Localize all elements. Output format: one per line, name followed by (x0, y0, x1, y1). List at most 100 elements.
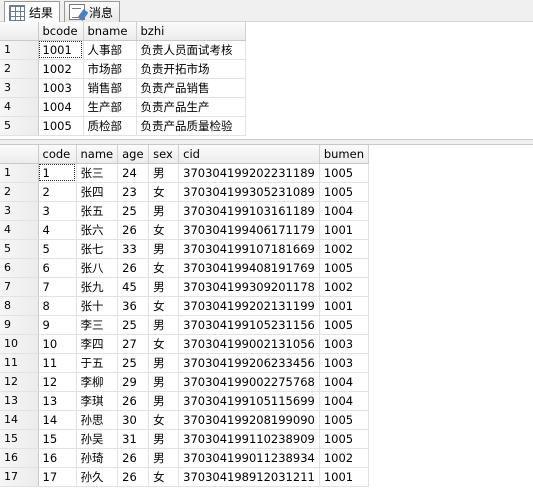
table-row[interactable]: 7 7 张九 45 男 370304199309201178 1002 (0, 277, 369, 297)
table-cell[interactable]: 1001 (319, 220, 369, 240)
table-cell[interactable]: 1001 (319, 296, 369, 316)
table-cell[interactable]: 1004 (319, 391, 369, 411)
table-row[interactable]: 3 3 张五 25 男 370304199103161189 1004 (0, 201, 369, 221)
table-cell[interactable]: 1002 (319, 239, 369, 259)
table-row[interactable]: 6 6 张八 26 女 370304199408191769 1005 (0, 258, 369, 278)
table-cell[interactable]: 8 (38, 296, 77, 316)
row-number[interactable]: 4 (0, 220, 39, 240)
table-row[interactable]: 8 8 张十 36 女 370304199202131199 1001 (0, 296, 369, 316)
table-cell[interactable]: 26 (117, 220, 150, 240)
table-cell[interactable]: 10 (38, 334, 77, 354)
table-cell[interactable]: 1005 (319, 429, 369, 449)
table-cell[interactable]: 17 (38, 467, 77, 487)
table-cell[interactable]: 1004 (319, 201, 369, 221)
table-cell[interactable]: 45 (117, 277, 150, 297)
column-header[interactable]: bzhi (136, 22, 246, 41)
table-cell[interactable]: 1001 (319, 467, 369, 487)
table-row[interactable]: 2 1002 市场部 负责开拓市场 (0, 59, 246, 79)
row-number[interactable]: 5 (0, 239, 39, 259)
table-cell[interactable]: 14 (38, 410, 77, 430)
row-number[interactable]: 8 (0, 296, 39, 316)
table-row[interactable]: 2 2 张四 23 女 370304199305231089 1005 (0, 182, 369, 202)
row-number[interactable]: 11 (0, 353, 39, 373)
table-cell[interactable]: 男 (148, 163, 180, 183)
table-row[interactable]: 16 16 孙琦 26 男 370304199011238934 1002 (0, 448, 369, 468)
table-cell[interactable]: 孙久 (76, 467, 119, 487)
table-cell[interactable]: 370304199406171179 (178, 220, 320, 240)
table-cell[interactable]: 张九 (76, 277, 119, 297)
table-cell[interactable]: 生产部 (83, 97, 137, 117)
table-cell[interactable]: 1 (38, 163, 77, 183)
column-header[interactable]: code (38, 145, 77, 164)
column-header[interactable]: cid (178, 145, 320, 164)
table-cell[interactable]: 1002 (319, 448, 369, 468)
table-cell[interactable]: 张六 (76, 220, 119, 240)
row-number[interactable]: 3 (0, 201, 39, 221)
table-cell[interactable]: 370304199107181669 (178, 239, 320, 259)
table-cell[interactable]: 3 (38, 201, 77, 221)
table-cell[interactable]: 1002 (319, 277, 369, 297)
table-cell[interactable]: 370304199002275768 (178, 372, 320, 392)
row-number[interactable]: 13 (0, 391, 39, 411)
table-cell[interactable]: 负责产品质量检验 (136, 116, 246, 136)
column-header[interactable]: sex (148, 145, 180, 164)
table-cell[interactable]: 370304199309201178 (178, 277, 320, 297)
table-cell[interactable]: 1005 (319, 410, 369, 430)
column-header[interactable]: bumen (319, 145, 369, 164)
row-number[interactable]: 3 (0, 78, 39, 98)
table-cell[interactable]: 26 (117, 448, 150, 468)
table-cell[interactable]: 1005 (319, 258, 369, 278)
table-cell[interactable]: 1005 (319, 315, 369, 335)
table-row[interactable]: 14 14 孙思 30 女 370304199208199090 1005 (0, 410, 369, 430)
table-cell[interactable]: 张三 (76, 163, 119, 183)
table-cell[interactable]: 女 (148, 410, 180, 430)
table-cell[interactable]: 370304199103161189 (178, 201, 320, 221)
table-cell[interactable]: 23 (117, 182, 150, 202)
table-cell[interactable]: 370304199110238909 (178, 429, 320, 449)
table-cell[interactable]: 370304199202231189 (178, 163, 320, 183)
table-row[interactable]: 3 1003 销售部 负责产品销售 (0, 78, 246, 98)
table-cell[interactable]: 1005 (319, 182, 369, 202)
table-cell[interactable]: 负责产品生产 (136, 97, 246, 117)
row-number[interactable]: 2 (0, 59, 39, 79)
row-number[interactable]: 16 (0, 448, 39, 468)
table-cell[interactable]: 370304199002131056 (178, 334, 320, 354)
row-number[interactable]: 15 (0, 429, 39, 449)
table-cell[interactable]: 男 (148, 429, 180, 449)
table-cell[interactable]: 于五 (76, 353, 119, 373)
table-cell[interactable]: 销售部 (83, 78, 137, 98)
table-cell[interactable]: 370304198912031211 (178, 467, 320, 487)
table-row[interactable]: 15 15 孙吴 31 男 370304199110238909 1005 (0, 429, 369, 449)
table-cell[interactable]: 女 (148, 220, 180, 240)
table-cell[interactable]: 1005 (38, 116, 84, 136)
table-cell[interactable]: 张四 (76, 182, 119, 202)
row-number[interactable]: 1 (0, 40, 39, 60)
table-row[interactable]: 11 11 于五 25 男 370304199206233456 1003 (0, 353, 369, 373)
table-cell[interactable]: 张十 (76, 296, 119, 316)
table-cell[interactable]: 1002 (38, 59, 84, 79)
table-cell[interactable]: 370304199408191769 (178, 258, 320, 278)
table-cell[interactable]: 4 (38, 220, 77, 240)
row-number[interactable]: 6 (0, 258, 39, 278)
table-cell[interactable]: 女 (148, 296, 180, 316)
table-cell[interactable]: 女 (148, 334, 180, 354)
table-cell[interactable]: 质检部 (83, 116, 137, 136)
table-cell[interactable]: 26 (117, 391, 150, 411)
table-cell[interactable]: 370304199202131199 (178, 296, 320, 316)
table-cell[interactable]: 张八 (76, 258, 119, 278)
table-cell[interactable]: 1004 (38, 97, 84, 117)
table-row[interactable]: 4 1004 生产部 负责产品生产 (0, 97, 246, 117)
table-cell[interactable]: 负责产品销售 (136, 78, 246, 98)
table-cell[interactable]: 女 (148, 467, 180, 487)
table-cell[interactable]: 负责人员面试考核 (136, 40, 246, 60)
table-cell[interactable]: 女 (148, 258, 180, 278)
table-cell[interactable]: 男 (148, 277, 180, 297)
table-cell[interactable]: 负责开拓市场 (136, 59, 246, 79)
column-header[interactable]: bname (83, 22, 137, 41)
table-cell[interactable]: 6 (38, 258, 77, 278)
table-row[interactable]: 1 1001 人事部 负责人员面试考核 (0, 40, 246, 60)
table-cell[interactable]: 16 (38, 448, 77, 468)
table-cell[interactable]: 29 (117, 372, 150, 392)
table-cell[interactable]: 男 (148, 239, 180, 259)
table-cell[interactable]: 男 (148, 391, 180, 411)
